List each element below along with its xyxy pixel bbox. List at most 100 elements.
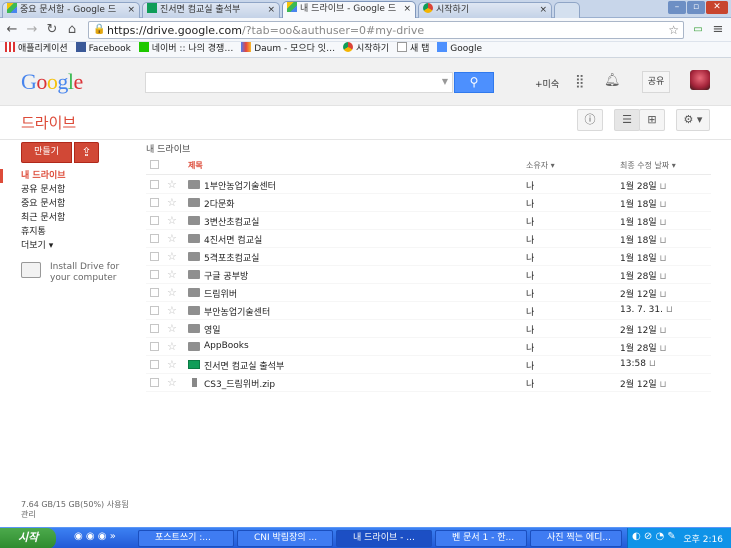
star-icon[interactable]: ☆: [167, 232, 177, 245]
star-icon[interactable]: ☆: [167, 322, 177, 335]
close-icon[interactable]: ×: [127, 3, 135, 18]
plus-profile-link[interactable]: +미숙: [535, 77, 559, 90]
file-name[interactable]: 영일: [204, 323, 221, 336]
bookmark-star-icon[interactable]: ☆: [668, 23, 679, 37]
file-name[interactable]: 5격포초컴교실: [204, 251, 259, 264]
bookmark-naver[interactable]: 네이버 :: 나의 경쟁…: [138, 42, 233, 57]
star-icon[interactable]: ☆: [167, 196, 177, 209]
file-name[interactable]: 1부안농업기술센터: [204, 179, 276, 192]
star-icon[interactable]: ☆: [167, 358, 177, 371]
column-modified[interactable]: 최종 수정 날짜 ▾: [620, 160, 676, 171]
close-icon[interactable]: ×: [267, 3, 275, 18]
apps-grid-icon[interactable]: ⣿: [575, 74, 585, 89]
create-button[interactable]: 만들기: [21, 142, 72, 163]
google-logo[interactable]: Google: [21, 69, 83, 95]
sidebar-item-trash[interactable]: 휴지통: [0, 225, 135, 239]
star-icon[interactable]: ☆: [167, 268, 177, 281]
breadcrumb[interactable]: 내 드라이브: [146, 142, 190, 155]
sidebar-item-shared[interactable]: 공유 문서함: [0, 183, 135, 197]
row-checkbox[interactable]: [150, 270, 159, 279]
tab-my-drive[interactable]: 내 드라이브 - Google 드 ×: [282, 1, 416, 18]
share-button[interactable]: 공유: [642, 71, 670, 93]
settings-gear-icon[interactable]: ⚙ ▾: [676, 109, 710, 131]
table-row[interactable]: ☆ 5격포초컴교실 나 1월 18일 ⊔: [146, 248, 711, 266]
maximize-button[interactable]: ▫: [687, 1, 705, 14]
table-row[interactable]: ☆ 영일 나 2월 12일 ⊔: [146, 320, 711, 338]
notifications-icon[interactable]: 🔔︎: [604, 73, 621, 88]
reload-button[interactable]: ↻: [44, 22, 60, 38]
avatar[interactable]: [690, 70, 710, 90]
star-icon[interactable]: ☆: [167, 376, 177, 389]
bookmark-google[interactable]: Google: [437, 42, 482, 57]
forward-button[interactable]: →: [24, 22, 40, 38]
row-checkbox[interactable]: [150, 360, 159, 369]
sidebar-item-starred[interactable]: 중요 문서함: [0, 197, 135, 211]
star-icon[interactable]: ☆: [167, 304, 177, 317]
upload-button[interactable]: ⇪: [74, 142, 99, 163]
grid-view-icon[interactable]: ⊞: [639, 109, 665, 131]
file-name[interactable]: CS3_드림위버.zip: [204, 377, 275, 390]
storage-manage-link[interactable]: 관리: [21, 510, 131, 520]
table-row[interactable]: ☆ 드림위버 나 2월 12일 ⊔: [146, 284, 711, 302]
select-all-checkbox[interactable]: [150, 160, 159, 169]
row-checkbox[interactable]: [150, 252, 159, 261]
tray-icons[interactable]: ◐ ⊘ ◔ ✎: [632, 531, 676, 542]
minimize-button[interactable]: –: [668, 1, 686, 14]
sidebar-item-my-drive[interactable]: 내 드라이브: [0, 169, 135, 183]
bookmark-start[interactable]: 시작하기: [342, 42, 389, 57]
close-icon[interactable]: ×: [539, 3, 547, 18]
file-name[interactable]: 부안농업기술센터: [204, 305, 270, 318]
bookmark-apps[interactable]: 애플리케이션: [5, 42, 68, 57]
row-checkbox[interactable]: [150, 216, 159, 225]
close-icon[interactable]: ×: [403, 2, 411, 17]
row-checkbox[interactable]: [150, 342, 159, 351]
row-checkbox[interactable]: [150, 198, 159, 207]
file-name[interactable]: AppBooks: [204, 341, 249, 351]
search-options-icon[interactable]: ▼: [442, 77, 448, 86]
star-icon[interactable]: ☆: [167, 250, 177, 263]
bookmark-daum[interactable]: Daum - 모으다 잇…: [241, 42, 335, 57]
table-row[interactable]: ☆ 1부안농업기술센터 나 1월 28일 ⊔: [146, 176, 711, 194]
star-icon[interactable]: ☆: [167, 178, 177, 191]
quicklaunch-icons[interactable]: ◉ ◉ ◉ »: [74, 531, 116, 542]
sidebar-item-more[interactable]: 더보기 ▾: [0, 239, 135, 253]
row-checkbox[interactable]: [150, 306, 159, 315]
star-icon[interactable]: ☆: [167, 340, 177, 353]
row-checkbox[interactable]: [150, 378, 159, 387]
star-icon[interactable]: ☆: [167, 286, 177, 299]
close-window-button[interactable]: ✕: [706, 1, 728, 14]
table-row[interactable]: ☆ 부안농업기술센터 나 13. 7. 31. ⊔: [146, 302, 711, 320]
row-checkbox[interactable]: [150, 288, 159, 297]
table-row[interactable]: ☆ 3변산초컴교실 나 1월 18일 ⊔: [146, 212, 711, 230]
row-checkbox[interactable]: [150, 234, 159, 243]
search-input[interactable]: ▼: [145, 72, 453, 93]
table-row[interactable]: ☆ 진서면 컴교실 출석부 나 13:58 ⊔: [146, 356, 711, 374]
tab-attendance[interactable]: 진서면 컴교실 출석부 ×: [142, 2, 280, 18]
tab-starred[interactable]: 중요 문서함 - Google 드 ×: [2, 2, 140, 18]
star-icon[interactable]: ☆: [167, 214, 177, 227]
clock[interactable]: 오후 2:16: [683, 532, 723, 545]
task-item[interactable]: 벤 문서 1 - 한...: [435, 530, 527, 547]
table-row[interactable]: ☆ CS3_드림위버.zip 나 2월 12일 ⊔: [146, 374, 711, 392]
table-row[interactable]: ☆ 4진서면 컴교실 나 1월 18일 ⊔: [146, 230, 711, 248]
details-info-icon[interactable]: ⓘ: [577, 109, 603, 131]
bookmark-new-tab[interactable]: 새 탭: [396, 42, 429, 57]
file-name[interactable]: 3변산초컴교실: [204, 215, 259, 228]
file-name[interactable]: 진서면 컴교실 출석부: [204, 359, 284, 372]
back-button[interactable]: ←: [4, 22, 20, 38]
column-title[interactable]: 제목: [188, 160, 203, 171]
home-button[interactable]: ⌂: [64, 22, 80, 38]
task-item[interactable]: 사진 찍는 에디...: [530, 530, 622, 547]
bookmark-facebook[interactable]: Facebook: [75, 42, 131, 57]
new-tab-button[interactable]: [554, 2, 580, 18]
start-button[interactable]: 시작: [0, 528, 56, 548]
file-name[interactable]: 드림위버: [204, 287, 237, 300]
file-name[interactable]: 4진서면 컴교실: [204, 233, 262, 246]
row-checkbox[interactable]: [150, 180, 159, 189]
table-row[interactable]: ☆ 구글 공부방 나 1월 28일 ⊔: [146, 266, 711, 284]
task-item[interactable]: 내 드라이브 - ...: [336, 530, 432, 547]
task-item[interactable]: CNI 박림장의 ...: [237, 530, 333, 547]
column-owner[interactable]: 소유자 ▾: [526, 160, 555, 171]
sidebar-item-recent[interactable]: 최근 문서함: [0, 211, 135, 225]
row-checkbox[interactable]: [150, 324, 159, 333]
